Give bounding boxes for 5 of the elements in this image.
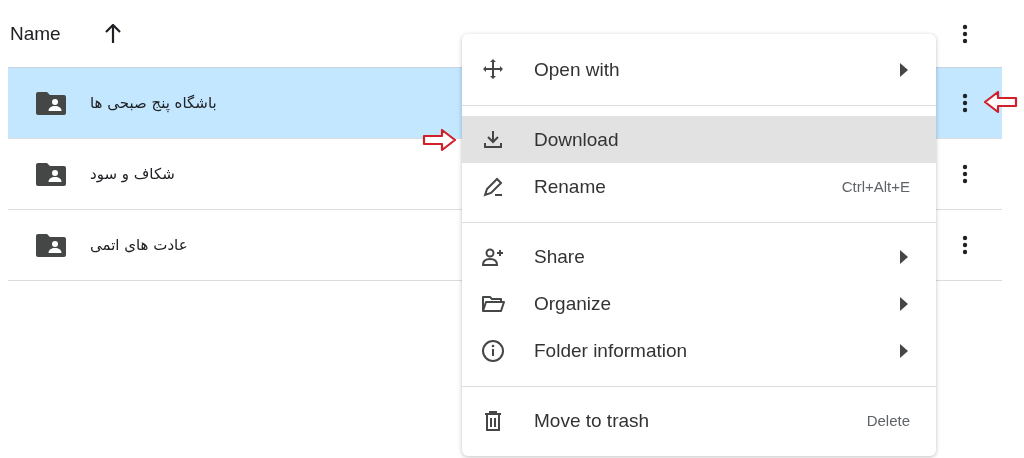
shortcut-label: Ctrl+Alt+E xyxy=(841,178,910,195)
folder-name: عادت های اتمی xyxy=(90,236,188,254)
folder-name: شکاف و سود xyxy=(90,165,175,183)
folder-name: باشگاه پنج صبحی ها xyxy=(90,94,217,112)
shortcut-label: Delete xyxy=(866,412,910,429)
